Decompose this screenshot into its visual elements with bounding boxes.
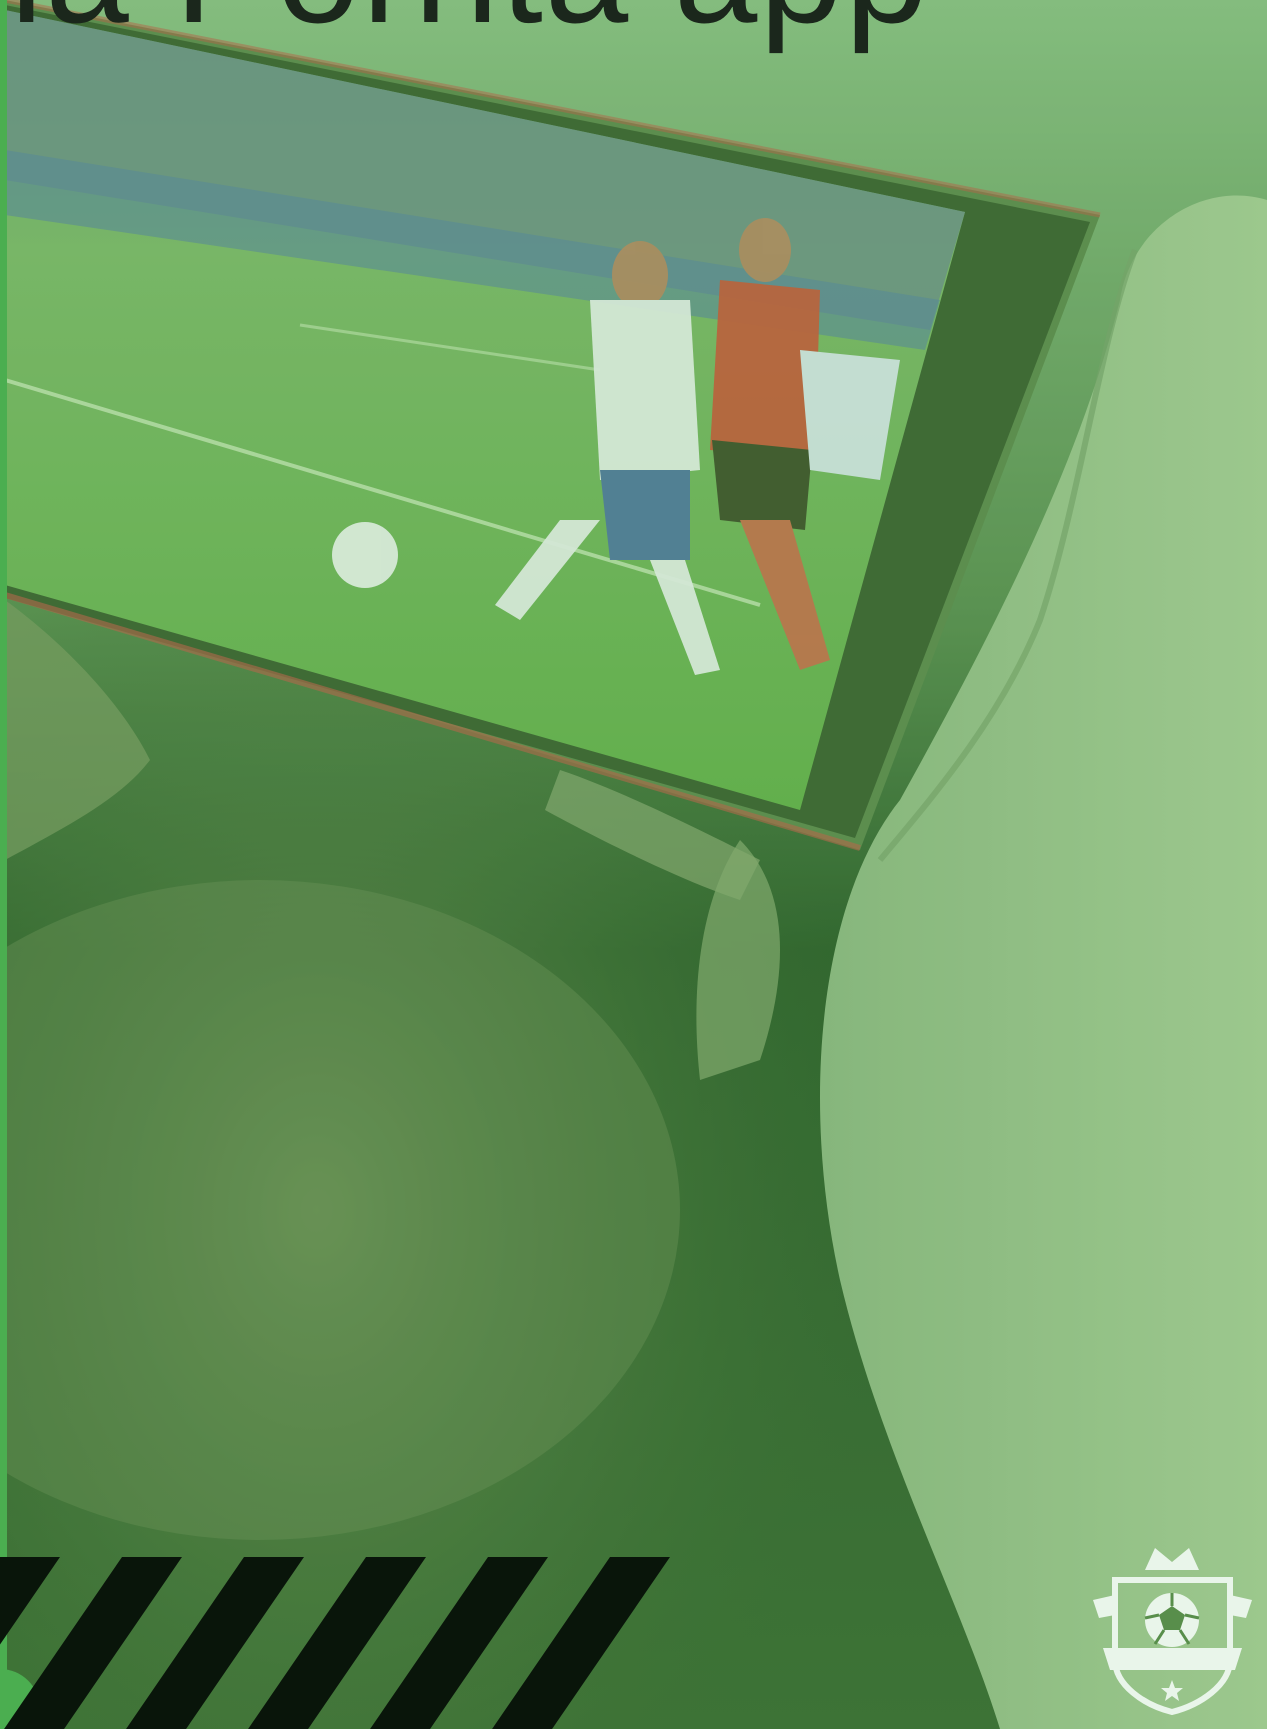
left-accent-strip [0, 0, 7, 1729]
soccer-ball-icon [1144, 1593, 1200, 1647]
poster: la Porrita app LA PORRITA [0, 0, 1267, 1729]
la-porrita-logo: LA PORRITA [1093, 1548, 1252, 1715]
background-photo [0, 0, 1267, 1729]
crown-icon [1145, 1548, 1199, 1570]
logo-label: LA PORRITA [1119, 1652, 1225, 1669]
headline: la Porrita app [10, 0, 930, 45]
diagonal-stripes [0, 1557, 670, 1729]
star-icon [1161, 1680, 1183, 1701]
